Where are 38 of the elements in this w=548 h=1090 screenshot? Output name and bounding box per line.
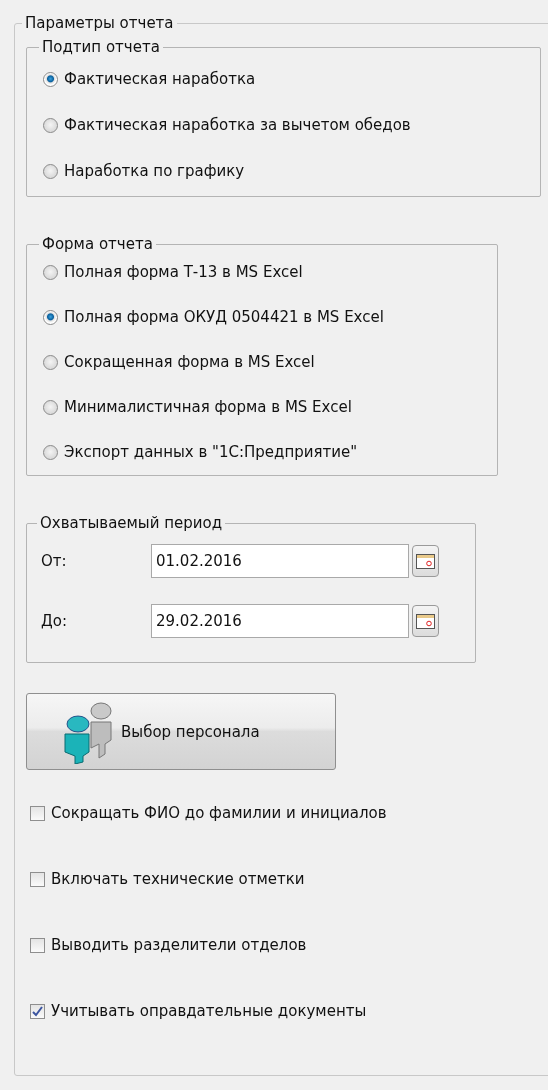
radio-button[interactable] [43,71,58,87]
radio-label[interactable]: Полная форма Т-13 в MS Excel [64,263,303,281]
checkbox[interactable] [30,805,45,821]
checkbox[interactable] [30,871,45,887]
group-title: Подтип отчета [41,38,161,56]
radio-button[interactable] [43,117,58,133]
checkbox-label[interactable]: Сокращать ФИО до фамилии и инициалов [51,804,387,822]
radio-label[interactable]: Наработка по графику [64,162,245,180]
date-field[interactable]: 01.02.2016 [151,544,409,578]
radio-button[interactable] [43,354,58,370]
radio-button[interactable] [43,444,58,460]
radio-label[interactable]: Полная форма ОКУД 0504421 в MS Excel [64,308,384,326]
checkbox-label[interactable]: Выводить разделители отделов [51,936,307,954]
radio-label[interactable]: Фактическая наработка [64,70,256,88]
calendar-button[interactable] [412,605,439,637]
check-icon [32,1005,43,1017]
checkbox[interactable] [30,937,45,953]
group-title: Форма отчета [41,235,154,253]
radio-label[interactable]: Сокращенная форма в MS Excel [64,353,315,371]
calendar-icon [416,553,435,569]
group-title: Охватываемый период [39,514,224,532]
radio-label[interactable]: Минималистичная форма в MS Excel [64,398,352,416]
select-staff-button[interactable]: Выбор персонала [26,693,336,770]
group-title: Параметры отчета [24,14,175,32]
date-field[interactable]: 29.02.2016 [151,604,409,638]
radio-button[interactable] [43,163,58,179]
field-label: До: [41,612,68,630]
checkbox[interactable] [30,1003,45,1019]
radio-button[interactable] [43,399,58,415]
radio-button[interactable] [43,309,58,325]
radio-button[interactable] [43,264,58,280]
radio-label[interactable]: Фактическая наработка за вычетом обедов [64,116,411,134]
checkbox-label[interactable]: Учитывать оправдательные документы [51,1002,367,1020]
calendar-button[interactable] [412,545,439,577]
radio-label[interactable]: Экспорт данных в "1С:Предприятие" [64,443,358,461]
calendar-icon [416,613,435,629]
checkbox-label[interactable]: Включать технические отметки [51,870,305,888]
field-label: От: [41,552,68,570]
